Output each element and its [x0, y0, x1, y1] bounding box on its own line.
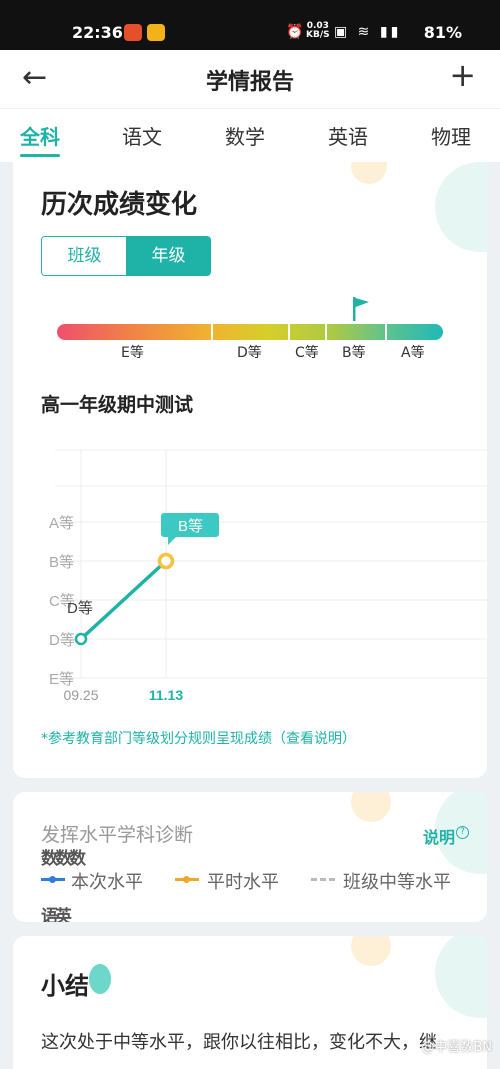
grade-label-d: D等 [237, 345, 262, 361]
network-speed: 0.03 KB/S [306, 21, 330, 40]
decor-circle [351, 936, 391, 966]
grade-label-a: A等 [401, 345, 425, 361]
decor-circle [435, 936, 487, 1018]
tab-all[interactable]: 全科 [20, 121, 60, 150]
y-tick-label: A等 [49, 514, 74, 532]
grade-divider [288, 324, 290, 340]
data-label: B等 [178, 517, 203, 535]
legend-dot-current [49, 876, 56, 883]
grade-divider [385, 324, 387, 340]
toggle-class[interactable]: 班级 [42, 237, 127, 275]
legend-usual: 平时水平 [207, 872, 279, 893]
watermark: @中喜数BN [421, 1040, 492, 1055]
legend-current: 本次水平 [71, 872, 143, 893]
exam-title: 高一年级期中测试 [41, 394, 194, 416]
legend-class-median: 班级中等水平 [343, 872, 451, 893]
score-history-card: 历次成绩变化 班级 年级 E等 D等 C等 B等 A等 高一年级期中测试 E等 D… [13, 162, 487, 778]
class-grade-toggle: 班级 年级 [41, 236, 211, 276]
subject-tabs: 全科 语文 数学 英语 物理 [0, 108, 500, 162]
tab-math[interactable]: 数学 [225, 121, 265, 150]
battery-level: 81% [423, 23, 462, 42]
decor-circle [435, 162, 487, 252]
overlapped-text: 语英 [41, 907, 72, 922]
page-title: 学情报告 [205, 70, 294, 95]
toggle-grade[interactable]: 年级 [126, 237, 210, 275]
data-point [74, 632, 88, 646]
y-tick-label: E等 [49, 670, 74, 688]
data-point-current [157, 552, 175, 570]
decor-circle [351, 792, 391, 822]
summary-title: 小结 [41, 972, 89, 1000]
decor-circle [351, 162, 387, 184]
data-label: D等 [67, 599, 93, 617]
grade-divider [211, 324, 213, 340]
grade-label-c: C等 [295, 345, 319, 361]
status-time: 22:36 [72, 23, 123, 42]
app-notification-icon [124, 24, 142, 41]
plus-icon[interactable]: + [449, 56, 476, 94]
status-bar: 22:36 ⏰ 0.03 KB/S ▣ ≋ ▮▮ 81% [0, 0, 500, 50]
question-icon[interactable]: ? [456, 826, 469, 839]
flag-icon [353, 297, 369, 321]
grade-label-e: E等 [121, 345, 144, 361]
legend-line-class-median [311, 878, 335, 881]
weibo-notification-icon [147, 24, 165, 41]
diagnosis-title: 发挥水平学科诊断 [41, 824, 194, 846]
grade-divider [325, 324, 327, 340]
app-header: ← 学情报告 + [0, 50, 500, 108]
tab-english[interactable]: 英语 [328, 121, 368, 150]
tab-chinese[interactable]: 语文 [122, 121, 162, 150]
card-title: 历次成绩变化 [41, 190, 198, 220]
tab-active-indicator [20, 154, 60, 157]
signal-icons: ▣ ≋ ▮▮ [334, 24, 402, 40]
summary-card: 小结 这次处于中等水平，跟你以往相比，变化不大，继 [13, 936, 487, 1069]
y-tick-label: B等 [49, 553, 74, 571]
help-link[interactable]: 说明 [423, 824, 455, 848]
x-tick-label: 11.13 [149, 687, 183, 703]
grading-note-link[interactable]: *参考教育部门等级划分规则呈现成绩（查看说明） [41, 728, 356, 748]
summary-text: 这次处于中等水平，跟你以往相比，变化不大，继 [41, 1032, 437, 1053]
diagnosis-card: 发挥水平学科诊断 说明 ? 数数数 本次水平 平时水平 班级中等水平 语英 [13, 792, 487, 922]
status-icons: ⏰ [286, 24, 307, 40]
title-accent-dot [89, 964, 111, 994]
overlapped-text: 数数数 [41, 849, 86, 869]
grade-line-chart: E等D等C等B等A等09.25 11.13D等B等 [49, 449, 487, 703]
tab-physics[interactable]: 物理 [431, 121, 471, 150]
y-tick-label: D等 [49, 631, 75, 649]
x-tick-label: 09.25 [63, 687, 98, 703]
legend-dot-usual [183, 876, 190, 883]
grade-label-b: B等 [342, 345, 366, 361]
